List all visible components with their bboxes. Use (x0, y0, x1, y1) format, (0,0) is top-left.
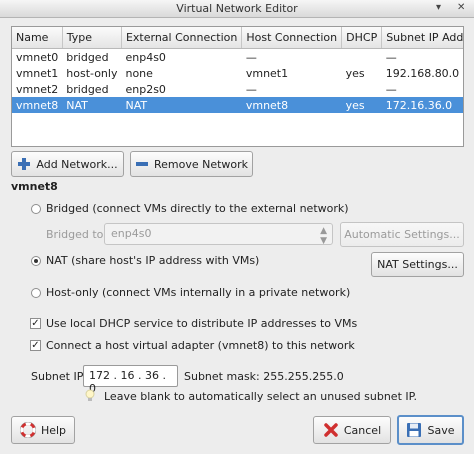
section-title: vmnet8 (11, 180, 58, 193)
table-row-selected[interactable]: vmnet8 NAT NAT vmnet8 yes 172.16.36.0 (12, 97, 463, 113)
column-header-external-connection[interactable]: External Connection (121, 27, 243, 49)
save-button[interactable]: Save (397, 415, 464, 445)
host-only-option-label[interactable]: Host-only (connect VMs internally in a p… (46, 286, 350, 299)
adapter-checkbox[interactable]: ✓ (30, 340, 41, 351)
combo-arrows-icon: ▲ ▼ (320, 226, 327, 246)
cell-subnet: — (385, 82, 397, 96)
cell-type: NAT (62, 97, 122, 113)
column-header-dhcp[interactable]: DHCP (341, 27, 383, 49)
cell-host: — (245, 50, 257, 64)
cell-name: vmnet1 (16, 66, 59, 80)
cell-name: vmnet0 (16, 50, 59, 64)
plus-icon (18, 158, 31, 170)
nat-radio[interactable] (31, 256, 41, 266)
bridged-to-select[interactable]: enp4s0 ▲ ▼ (104, 223, 333, 246)
cancel-x-icon (324, 423, 338, 437)
bridged-to-value: enp4s0 (111, 227, 152, 240)
cell-dhcp (342, 49, 382, 66)
cancel-button[interactable]: Cancel (313, 416, 391, 444)
floppy-disk-icon (407, 423, 422, 437)
window-titlebar: Virtual Network Editor ▾ ✕ (0, 0, 474, 18)
bridged-radio[interactable] (31, 204, 41, 214)
help-label: Help (40, 423, 67, 437)
minus-icon (135, 162, 148, 166)
column-header-host-connection[interactable]: Host Connection (241, 27, 343, 49)
cell-name: vmnet2 (16, 82, 59, 96)
subnet-ip-label: Subnet IP: (31, 370, 88, 383)
cell-subnet: — (385, 50, 397, 64)
cell-dhcp: yes (345, 66, 365, 80)
nat-settings-button[interactable]: NAT Settings... (371, 252, 464, 277)
bridged-to-label: Bridged to: (46, 228, 108, 241)
cell-external: enp4s0 (125, 50, 166, 64)
automatic-settings-label: Automatic Settings... (344, 228, 460, 241)
nat-option-label[interactable]: NAT (share host's IP address with VMs) (46, 254, 259, 267)
cell-dhcp: yes (341, 97, 382, 113)
cell-type: bridged (66, 82, 109, 96)
window-title: Virtual Network Editor (176, 2, 298, 15)
network-table[interactable]: Name Type External Connection Host Conne… (11, 26, 464, 147)
cell-host: — (245, 82, 257, 96)
column-header-subnet-ip[interactable]: Subnet IP Address (381, 27, 463, 49)
table-row[interactable]: vmnet1 host-only none vmnet1 yes 192.168… (12, 65, 463, 81)
subnet-mask-text: Subnet mask: 255.255.255.0 (184, 370, 344, 383)
help-button[interactable]: Help (11, 416, 75, 444)
add-network-button[interactable]: Add Network... (11, 151, 124, 177)
add-network-label: Add Network... (36, 157, 118, 171)
cell-subnet: 192.168.80.0 (385, 66, 460, 80)
lightbulb-icon (85, 389, 95, 401)
cell-subnet: 172.16.36.0 (381, 97, 463, 113)
table-row[interactable]: vmnet2 bridged enp2s0 — — (12, 81, 463, 97)
adapter-checkbox-label[interactable]: Connect a host virtual adapter (vmnet8) … (46, 339, 355, 352)
cell-host: vmnet8 (241, 97, 342, 113)
host-only-radio[interactable] (31, 288, 41, 298)
remove-network-label: Remove Network (153, 157, 249, 171)
subnet-ip-input[interactable]: 172 . 16 . 36 . 0 (83, 365, 178, 395)
table-row[interactable]: vmnet0 bridged enp4s0 — — (12, 49, 463, 66)
remove-network-button[interactable]: Remove Network (130, 151, 253, 177)
table-header-row: Name Type External Connection Host Conne… (12, 27, 463, 49)
dhcp-checkbox[interactable]: ✓ (30, 318, 41, 329)
cell-type: bridged (66, 50, 109, 64)
cell-external: NAT (121, 97, 242, 113)
close-window-icon[interactable]: ✕ (457, 2, 465, 13)
automatic-settings-button[interactable]: Automatic Settings... (340, 222, 464, 247)
bridged-option-label[interactable]: Bridged (connect VMs directly to the ext… (46, 202, 349, 215)
subnet-hint-text: Leave blank to automatically select an u… (104, 390, 418, 403)
column-header-name[interactable]: Name (12, 27, 63, 49)
minimize-icon[interactable]: ▾ (436, 2, 441, 13)
nat-settings-label: NAT Settings... (377, 258, 458, 271)
save-label: Save (427, 423, 455, 437)
cell-dhcp (342, 81, 382, 97)
column-header-type[interactable]: Type (62, 27, 122, 49)
dhcp-checkbox-label[interactable]: Use local DHCP service to distribute IP … (46, 317, 357, 330)
cell-host: vmnet1 (245, 66, 289, 80)
lifebuoy-icon (19, 422, 36, 438)
cell-type: host-only (66, 66, 118, 80)
cancel-label: Cancel (343, 423, 382, 437)
cell-name: vmnet8 (12, 97, 63, 113)
cell-external: enp2s0 (125, 82, 166, 96)
cell-external: none (125, 66, 153, 80)
